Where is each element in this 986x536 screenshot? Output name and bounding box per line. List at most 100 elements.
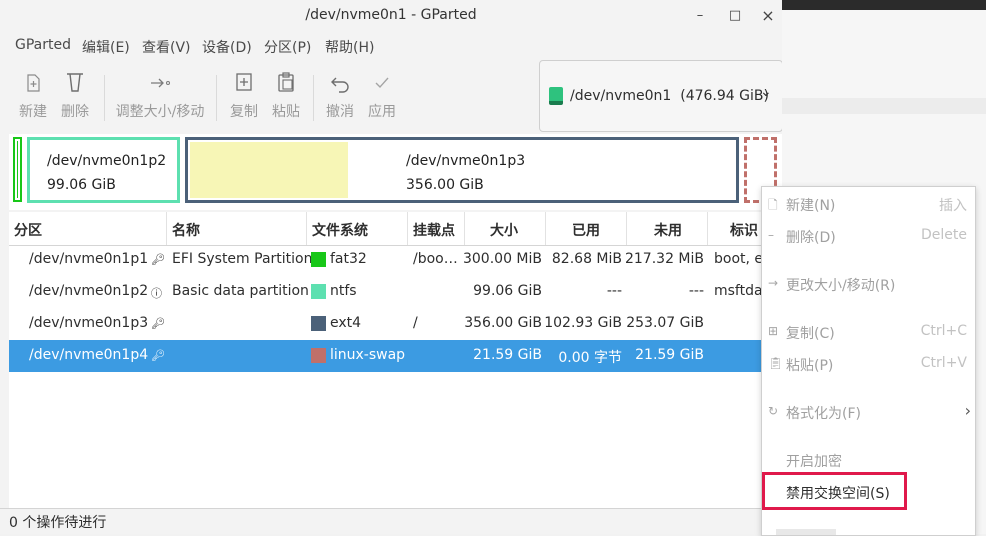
column-header-partition[interactable]: 分区 bbox=[14, 220, 42, 240]
menu-item-cutoff bbox=[776, 529, 836, 535]
p3-used-fill bbox=[190, 142, 348, 198]
column-header-flags[interactable]: 标识 bbox=[730, 220, 758, 240]
window-title: /dev/nvme0n1 - GParted bbox=[305, 7, 477, 23]
flags: boot, e bbox=[714, 251, 764, 267]
unused: 217.32 MiB bbox=[624, 251, 704, 267]
column-divider[interactable] bbox=[306, 212, 307, 245]
format-icon: ↻ bbox=[768, 404, 779, 418]
menu-item-new[interactable]: 🗋 新建(N) 插入 bbox=[762, 189, 975, 219]
device-size: (476.94 GiB) bbox=[680, 88, 769, 104]
toolbar-separator bbox=[216, 75, 217, 121]
gparted-window: /dev/nvme0n1 - GParted – □ × GParted 编辑(… bbox=[0, 0, 782, 534]
menu-item-paste[interactable]: 📋︎ 粘贴(P) Ctrl+V bbox=[762, 349, 975, 379]
menu-item-delete-label: 删除(D) bbox=[786, 230, 836, 246]
chevron-right-icon: › bbox=[964, 401, 971, 420]
paste-button[interactable]: 粘贴 bbox=[271, 69, 301, 121]
close-button[interactable]: × bbox=[757, 5, 779, 27]
menu-item-new-label: 新建(N) bbox=[786, 198, 836, 214]
maximize-button[interactable]: □ bbox=[724, 5, 746, 27]
column-divider[interactable] bbox=[166, 212, 167, 245]
column-divider[interactable] bbox=[407, 212, 408, 245]
undo-label: 撤消 bbox=[326, 104, 354, 120]
flags: msftda bbox=[714, 283, 763, 299]
menu-item-encrypt[interactable]: 开启加密 bbox=[762, 445, 975, 475]
title-bar: /dev/nvme0n1 - GParted – □ × bbox=[0, 0, 782, 32]
apply-button[interactable]: 应用 bbox=[367, 69, 397, 121]
minimize-button[interactable]: – bbox=[689, 5, 711, 27]
column-header-filesystem[interactable]: 文件系统 bbox=[312, 220, 368, 240]
menu-help[interactable]: 帮助(H) bbox=[325, 37, 374, 57]
filesystem: fat32 bbox=[330, 251, 367, 267]
paste-icon bbox=[278, 72, 294, 92]
menu-item-copy[interactable]: ⊞ 复制(C) Ctrl+C bbox=[762, 317, 975, 347]
copy-icon bbox=[236, 73, 252, 91]
used: 0.00 字节 bbox=[558, 350, 622, 366]
new-icon: 🗋 bbox=[768, 198, 778, 212]
column-divider[interactable] bbox=[707, 212, 708, 245]
menu-item-delete[interactable]: – 删除(D) Delete bbox=[762, 221, 975, 251]
new-label: 新建 bbox=[19, 104, 47, 120]
partition-block-p1[interactable] bbox=[13, 137, 22, 202]
menu-partition[interactable]: 分区(P) bbox=[264, 37, 311, 57]
partition-name: Basic data partition bbox=[172, 283, 309, 299]
apply-label: 应用 bbox=[368, 104, 396, 120]
table-row[interactable]: /dev/nvme0n1p3 🔑︎ ext4 / 356.00 GiB 102.… bbox=[9, 308, 782, 340]
menu-item-paste-label: 粘贴(P) bbox=[786, 358, 834, 374]
filesystem: ntfs bbox=[330, 283, 357, 299]
paste-label: 粘贴 bbox=[272, 104, 300, 120]
filesystem-color-swatch bbox=[311, 284, 326, 299]
column-header-used[interactable]: 已用 bbox=[572, 220, 600, 240]
checkmark-icon bbox=[375, 77, 389, 89]
menu-item-resize[interactable]: → 更改大小/移动(R) bbox=[762, 269, 975, 299]
toolbar-separator bbox=[313, 75, 314, 121]
partition-graphic: /dev/nvme0n1p2 99.06 GiB /dev/nvme0n1p3 … bbox=[9, 134, 782, 210]
delete-button[interactable]: 删除 bbox=[60, 69, 90, 121]
key-icon: 🔑︎ bbox=[151, 253, 165, 266]
new-icon bbox=[27, 74, 40, 92]
trash-icon bbox=[67, 73, 83, 92]
filesystem-color-swatch bbox=[311, 348, 326, 363]
table-row[interactable]: /dev/nvme0n1p2 ⓘ Basic data partition nt… bbox=[9, 276, 782, 308]
partition-path: /dev/nvme0n1p2 bbox=[29, 283, 149, 299]
delete-icon: – bbox=[768, 228, 774, 242]
size: 99.06 GiB bbox=[473, 283, 542, 299]
menu-edit[interactable]: 编辑(E) bbox=[82, 37, 130, 57]
menu-bar: GParted 编辑(E) 查看(V) 设备(D) 分区(P) 帮助(H) bbox=[0, 33, 782, 59]
chevron-down-icon: ⌄ bbox=[760, 84, 772, 100]
used: --- bbox=[606, 283, 622, 299]
partition-path: /dev/nvme0n1p4 bbox=[29, 347, 149, 363]
unused: 253.07 GiB bbox=[626, 315, 704, 331]
resize-arrow-icon: → bbox=[768, 276, 779, 290]
highlight-box bbox=[762, 472, 907, 510]
menu-gparted[interactable]: GParted bbox=[15, 37, 71, 53]
column-divider[interactable] bbox=[545, 212, 546, 245]
column-header-unused[interactable]: 未用 bbox=[654, 220, 682, 240]
column-divider[interactable] bbox=[626, 212, 627, 245]
toolbar-separator bbox=[104, 75, 105, 121]
used: 102.93 GiB bbox=[544, 315, 622, 331]
device-name: /dev/nvme0n1 bbox=[570, 88, 672, 104]
resize-move-button[interactable]: 调整大小/移动 bbox=[114, 69, 206, 121]
menu-item-format-label: 格式化为(F) bbox=[786, 406, 861, 422]
column-divider[interactable] bbox=[464, 212, 465, 245]
device-selector[interactable]: /dev/nvme0n1 (476.94 GiB) ⌄ bbox=[539, 60, 782, 132]
disk-icon bbox=[549, 87, 563, 105]
menu-device[interactable]: 设备(D) bbox=[202, 37, 252, 57]
menu-view[interactable]: 查看(V) bbox=[142, 37, 191, 57]
copy-button[interactable]: 复制 bbox=[229, 69, 259, 121]
partition-block-p3[interactable]: /dev/nvme0n1p3 356.00 GiB bbox=[185, 137, 739, 203]
table-row[interactable]: /dev/nvme0n1p1 🔑︎ EFI System Partition f… bbox=[9, 244, 782, 276]
filesystem-color-swatch bbox=[311, 252, 326, 267]
menu-item-format[interactable]: ↻ 格式化为(F) › bbox=[762, 397, 975, 427]
column-header-size[interactable]: 大小 bbox=[490, 220, 518, 240]
size: 21.59 GiB bbox=[473, 347, 542, 363]
p2-graphic-size: 99.06 GiB bbox=[47, 177, 116, 193]
column-header-mountpoint[interactable]: 挂载点 bbox=[413, 220, 455, 240]
unused: --- bbox=[688, 283, 704, 299]
table-row-selected[interactable]: /dev/nvme0n1p4 🔑︎ linux-swap 21.59 GiB 0… bbox=[9, 340, 782, 372]
new-button[interactable]: 新建 bbox=[18, 69, 48, 121]
column-header-name[interactable]: 名称 bbox=[172, 220, 200, 240]
partition-block-p2[interactable]: /dev/nvme0n1p2 99.06 GiB bbox=[27, 137, 180, 203]
p2-graphic-name: /dev/nvme0n1p2 bbox=[47, 153, 167, 169]
undo-button[interactable]: 撤消 bbox=[325, 69, 355, 121]
